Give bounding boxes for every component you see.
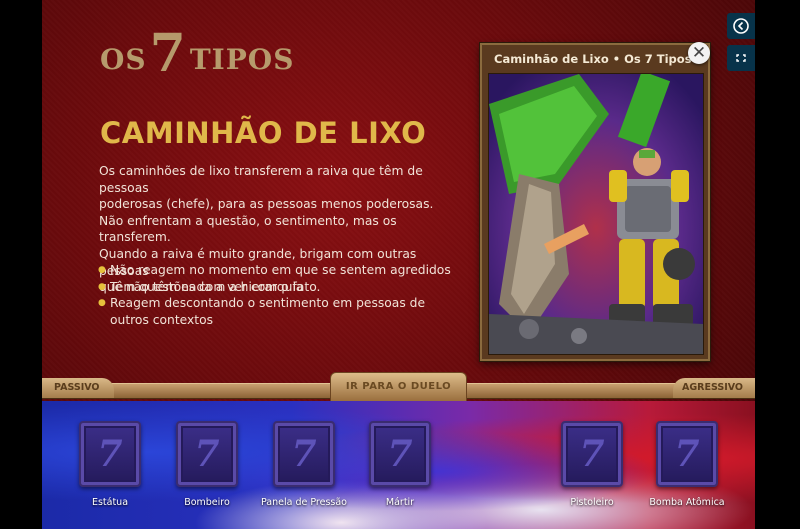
deck-card-estatua[interactable]: 7 Estátua [65, 421, 155, 508]
back-button[interactable] [727, 13, 755, 39]
card-viewer: Caminhão de Lixo • Os 7 Tipos [480, 43, 710, 361]
close-card-button[interactable]: ✕ [688, 42, 710, 64]
deck-card-panela-de-pressao[interactable]: 7 Panela de Pressão [259, 421, 349, 508]
back-arrow-icon [733, 18, 749, 34]
deck-card-pistoleiro[interactable]: 7 Pistoleiro [547, 421, 637, 508]
fullscreen-button[interactable] [727, 45, 755, 71]
logo-seven: 7 [149, 23, 187, 84]
seven-symbol-icon: 7 [387, 433, 413, 475]
deck-card-martir[interactable]: 7 Mártir [355, 421, 445, 508]
card-back: 7 [656, 421, 718, 487]
seven-symbol-icon: 7 [291, 433, 317, 475]
card-back: 7 [79, 421, 141, 487]
card-deck: 7 Estátua 7 Bombeiro 7 Panela de Pressão… [42, 401, 755, 529]
card-illustration [488, 73, 704, 355]
card-back: 7 [176, 421, 238, 487]
deck-card-bombeiro[interactable]: 7 Bombeiro [162, 421, 252, 508]
logo-tipos: TIPOS [189, 43, 295, 76]
description-line: poderosas (chefe), para as pessoas menos… [99, 197, 434, 212]
card-label: Estátua [91, 497, 129, 508]
card-header: Caminhão de Lixo • Os 7 Tipos [494, 52, 692, 66]
garbage-truck-character-illustration [489, 74, 703, 354]
seven-symbol-icon: 7 [579, 433, 605, 475]
card-label: Mártir [385, 497, 415, 508]
deck-card-bomba-atomica[interactable]: 7 Bomba Atômica [642, 421, 732, 508]
bullet-item: Reagem descontando o sentimento em pesso… [98, 295, 458, 328]
logo: OS 7 TIPOS [100, 23, 295, 84]
fullscreen-icon [736, 54, 746, 62]
card-label: Pistoleiro [570, 497, 614, 508]
seven-symbol-icon: 7 [194, 433, 220, 475]
logo-os: OS [100, 43, 147, 76]
card-label: Bomba Atômica [649, 497, 725, 508]
card-back: 7 [561, 421, 623, 487]
card-label: Bombeiro [184, 497, 230, 508]
tab-agressivo[interactable]: AGRESSIVO [673, 378, 755, 398]
mode-bar: PASSIVO IR PARA O DUELO AGRESSIVO [42, 372, 755, 401]
description-line: Não enfrentam a questão, o sentimento, m… [99, 213, 397, 245]
go-to-duel-button[interactable]: IR PARA O DUELO [330, 372, 467, 401]
tab-passivo[interactable]: PASSIVO [42, 378, 114, 398]
bullet-item: Têm questões com a hierarquia [98, 279, 458, 296]
page-title: CAMINHÃO DE LIXO [100, 116, 427, 150]
bullet-item: Não reagem no momento em que se sentem a… [98, 262, 458, 279]
seven-symbol-icon: 7 [674, 433, 700, 475]
card-label: Panela de Pressão [260, 497, 347, 508]
card-back: 7 [273, 421, 335, 487]
seven-symbol-icon: 7 [97, 433, 123, 475]
bullet-list: Não reagem no momento em que se sentem a… [98, 262, 458, 328]
card-back: 7 [369, 421, 431, 487]
description-line: Os caminhões de lixo transferem a raiva … [99, 164, 423, 195]
